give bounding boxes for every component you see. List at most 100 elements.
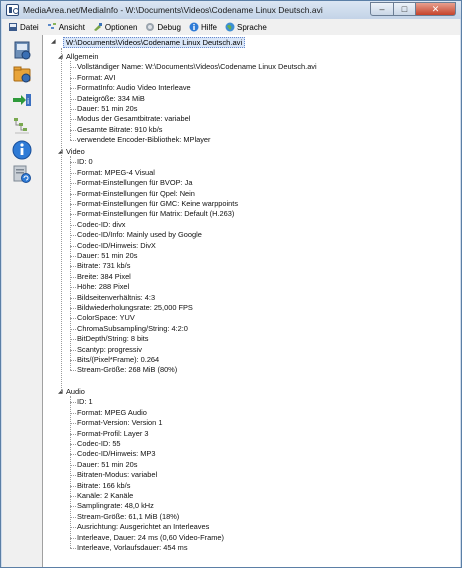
menu-debug[interactable]: Debug <box>143 20 183 34</box>
tree-connector <box>70 224 76 226</box>
info-tree[interactable]: ◢ W:\Documents\Videos\Codename Linux Deu… <box>42 35 460 567</box>
tree-item[interactable]: ColorSpace: YUV <box>77 313 135 323</box>
tree-item[interactable]: Format-Einstellungen für GMC: Keine warp… <box>77 199 238 209</box>
tree-connector <box>70 485 76 487</box>
tree-item[interactable]: Codec-ID/Info: Mainly used by Google <box>77 230 202 240</box>
tree-connector <box>70 214 76 216</box>
tree-item[interactable]: Format-Version: Version 1 <box>77 418 162 428</box>
tree-root-file[interactable]: W:\Documents\Videos\Codename Linux Deuts… <box>63 37 246 48</box>
tree-connector <box>70 287 76 289</box>
tree-item[interactable]: Format: AVI <box>77 73 115 83</box>
tree-connector <box>70 129 76 131</box>
menu-label: Sprache <box>236 22 267 32</box>
tree-connector <box>70 172 76 174</box>
tree-item[interactable]: Format-Profil: Layer 3 <box>77 429 148 439</box>
tree-item[interactable]: ID: 0 <box>77 157 93 167</box>
close-button[interactable]: ✕ <box>416 2 456 16</box>
tree-item[interactable]: Codec-ID: 55 <box>77 439 121 449</box>
section-audio[interactable]: Audio <box>66 387 85 397</box>
info-button[interactable] <box>10 139 34 163</box>
tree-item[interactable]: Format: MPEG-4 Visual <box>77 168 155 178</box>
menu-optionen[interactable]: Optionen <box>91 20 139 34</box>
tree-connector <box>70 245 76 247</box>
svg-text:i: i <box>27 97 29 106</box>
tree-connector <box>70 119 76 121</box>
tree-item[interactable]: verwendete Encoder-Bibliothek: MPlayer <box>77 135 211 145</box>
menu-sprache[interactable]: Sprache <box>223 20 269 34</box>
tree-item[interactable]: Codec-ID: divx <box>77 220 125 230</box>
tree-item[interactable]: Dauer: 51 min 20s <box>77 251 137 261</box>
tree-item[interactable]: Breite: 384 Pixel <box>77 272 131 282</box>
export-button[interactable]: i <box>10 89 34 113</box>
tree-connector <box>70 496 76 497</box>
tree-item[interactable]: Bildseitenverhältnis: 4:3 <box>77 293 155 303</box>
tree-view-icon <box>11 115 33 139</box>
tree-item[interactable]: Gesamte Bitrate: 910 kb/s <box>77 125 162 135</box>
menu-hilfe[interactable]: Hilfe <box>187 20 219 34</box>
tree-connector <box>70 109 76 110</box>
tree-connector <box>70 297 76 299</box>
tree-view-button[interactable] <box>10 115 34 139</box>
tree-connector <box>70 77 76 79</box>
view-icon <box>47 22 57 32</box>
tree-item[interactable]: Bitrate: 731 kb/s <box>77 261 130 271</box>
menu-label: Optionen <box>104 22 138 32</box>
tree-connector <box>61 48 62 392</box>
tree-item[interactable]: Scantyp: progressiv <box>77 345 142 355</box>
tree-item[interactable]: Bitraten-Modus: variabel <box>77 470 157 480</box>
tree-item[interactable]: Stream-Größe: 268 MiB (80%) <box>77 365 177 375</box>
tree-item[interactable]: Bildwiederholungsrate: 25,000 FPS <box>77 303 193 313</box>
tree-connector <box>70 339 76 341</box>
check-updates-button[interactable] <box>10 163 34 187</box>
tree-item[interactable]: Codec-ID/Hinweis: DivX <box>77 241 156 251</box>
tree-item[interactable]: Bitrate: 166 kb/s <box>77 481 130 491</box>
collapse-root-icon[interactable]: ◢ <box>51 39 57 45</box>
tree-item[interactable]: Dauer: 51 min 20s <box>77 460 137 470</box>
minimize-button[interactable]: – <box>370 2 394 16</box>
tree-item[interactable]: ID: 1 <box>77 397 93 407</box>
tree-connector <box>70 308 76 309</box>
tree-item[interactable]: BitDepth/String: 8 bits <box>77 334 148 344</box>
tree-item[interactable]: Stream-Größe: 61,1 MiB (18%) <box>77 512 179 522</box>
tree-item[interactable]: Ausrichtung: Ausgerichtet an Interleaves <box>77 522 209 532</box>
tree-connector <box>70 454 76 456</box>
tree-item[interactable]: Interleave, Dauer: 24 ms (0,60 Video-Fra… <box>77 533 224 543</box>
tree-item[interactable]: Format: MPEG Audio <box>77 408 147 418</box>
menu-ansicht[interactable]: Ansicht <box>45 20 87 34</box>
tree-item[interactable]: Format-Einstellungen für Qpel: Nein <box>77 189 195 199</box>
tree-connector <box>70 402 76 404</box>
tree-item[interactable]: ChromaSubsampling/String: 4:2:0 <box>77 324 188 334</box>
tree-item[interactable]: Vollständiger Name: W:\Documents\Videos\… <box>77 62 317 72</box>
tree-connector <box>70 88 76 90</box>
tree-connector <box>70 527 76 529</box>
tree-item[interactable]: Höhe: 288 Pixel <box>77 282 129 292</box>
tree-item[interactable]: Dateigröße: 334 MiB <box>77 94 145 104</box>
debug-icon <box>145 22 155 32</box>
mediainfo-window: MediaArea.net/MediaInfo - W:\Documents\V… <box>0 0 462 568</box>
maximize-button[interactable]: □ <box>394 2 416 16</box>
tree-item[interactable]: Modus der Gesamtbitrate: variabel <box>77 114 190 124</box>
tree-item[interactable]: Kanäle: 2 Kanäle <box>77 491 133 501</box>
tree-item[interactable]: Format-Einstellungen für BVOP: Ja <box>77 178 192 188</box>
tree-item[interactable]: Codec-ID/Hinweis: MP3 <box>77 449 155 459</box>
check-updates-icon <box>11 163 33 187</box>
section-video[interactable]: Video <box>66 147 85 157</box>
tree-item[interactable]: FormatInfo: Audio Video Interleave <box>77 83 191 93</box>
info-icon <box>11 139 33 163</box>
tree-connector <box>70 256 76 257</box>
title-bar[interactable]: MediaArea.net/MediaInfo - W:\Documents\V… <box>1 1 461 19</box>
tree-item[interactable]: Interleave, Vorlaufsdauer: 454 ms <box>77 543 188 553</box>
tree-connector <box>70 183 76 185</box>
tree-item[interactable]: Dauer: 51 min 20s <box>77 104 137 114</box>
toolbar-sidebar: i <box>2 35 42 567</box>
tree-item[interactable]: Bits/(Pixel*Frame): 0.264 <box>77 355 159 365</box>
tree-item[interactable]: Samplingrate: 48,0 kHz <box>77 501 154 511</box>
open-folder-button[interactable] <box>10 63 34 87</box>
tree-item[interactable]: Format-Einstellungen für Matrix: Default… <box>77 209 234 219</box>
tree-connector <box>70 318 76 320</box>
menu-datei[interactable]: Datei <box>6 20 41 34</box>
tree-connector <box>70 140 76 142</box>
tree-connector <box>70 370 76 372</box>
menu-label: Ansicht <box>58 22 85 32</box>
open-file-button[interactable] <box>10 39 34 63</box>
